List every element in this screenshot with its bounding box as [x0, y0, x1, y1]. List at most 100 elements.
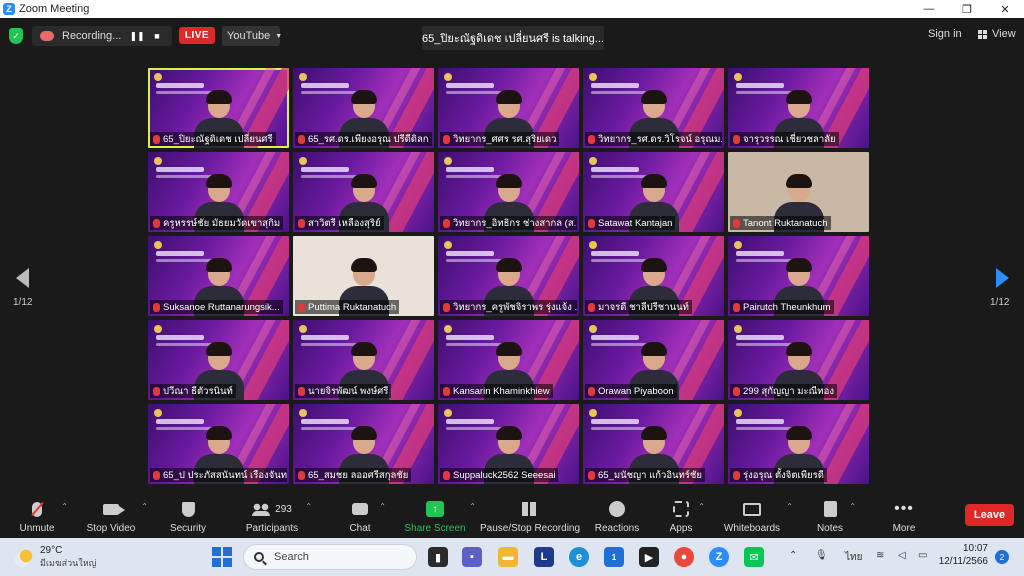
line-messenger-icon[interactable]: ✉: [744, 547, 764, 567]
participant-video-tile[interactable]: วิทยากร_ครูพัชจิราพร รุ่งแจ้ง ...: [438, 236, 579, 316]
participant-video-tile[interactable]: 65_ปิยะณัฐดิเดช เปลี่ยนศรี: [148, 68, 289, 148]
participant-video-tile[interactable]: วิทยากร_รศ.ดร.วิโรจน์ อรุณม...: [583, 68, 724, 148]
banner-title-graphic: [156, 335, 204, 340]
banner-title-graphic: [446, 335, 494, 340]
participant-name: Suppaluck2562 Seeesai: [453, 469, 556, 481]
leave-meeting-button[interactable]: Leave: [965, 504, 1014, 526]
wifi-icon[interactable]: ≋: [876, 550, 884, 561]
chat-bubble-icon: [352, 503, 368, 515]
file-explorer-icon[interactable]: ▬: [498, 547, 518, 567]
audio-options-chevron-icon[interactable]: ⌃: [61, 502, 68, 511]
pause-stop-recording-button[interactable]: Pause/Stop Recording: [480, 494, 580, 538]
battery-icon[interactable]: ▭: [918, 550, 927, 561]
taskbar-search-box[interactable]: Search: [243, 544, 417, 570]
participant-name-plate: 65_ป ประภัสสนันทน์ เรืองจันทร์: [150, 468, 287, 482]
more-button[interactable]: ••• More: [890, 494, 918, 538]
participant-video-tile[interactable]: รุ่งอรุณ ตั้งจิตเพียรดี: [728, 404, 869, 484]
notes-options-chevron-icon[interactable]: ⌃: [849, 502, 856, 511]
participants-button[interactable]: 293 Participants ⌃: [244, 494, 312, 538]
participant-video-tile[interactable]: วิทยากร_อิทธิกร ช่างสากล (ส...: [438, 152, 579, 232]
participant-name: 65_มนัชญา แก้วอินทร์ชัย: [598, 469, 702, 481]
participant-video-tile[interactable]: สาวิตรี เหลืองสุริย์: [293, 152, 434, 232]
muted-mic-icon: [588, 470, 595, 480]
participant-video-tile[interactable]: Tanont Ruktanatuch: [728, 152, 869, 232]
stream-target-dropdown[interactable]: YouTube ▼: [222, 26, 282, 46]
participant-video-tile[interactable]: ครูหรรษ์ชัย มัธยมวัดเขาสุกิม: [148, 152, 289, 232]
participant-name: สาวิตรี เหลืองสุริย์: [308, 217, 381, 229]
close-window-button[interactable]: ✕: [986, 0, 1024, 18]
chat-options-chevron-icon[interactable]: ⌃: [379, 502, 386, 511]
whiteboards-button[interactable]: Whiteboards ⌃: [723, 494, 793, 538]
restore-button[interactable]: ❐: [948, 0, 986, 18]
task-view-icon[interactable]: ▮: [428, 547, 448, 567]
weather-widget[interactable]: 29°C มีเมฆส่วนใหญ่: [14, 545, 96, 570]
participant-video-tile[interactable]: 65_รศ.ดร.เพียงอรุณ ปรีดีดิลก: [293, 68, 434, 148]
banner-title-graphic: [736, 335, 784, 340]
participant-video-tile[interactable]: 65_มนัชญา แก้วอินทร์ชัย: [583, 404, 724, 484]
participant-video-tile[interactable]: วิทยากร_ศศร รศ.สุริยเดว: [438, 68, 579, 148]
reactions-button[interactable]: Reactions: [595, 494, 639, 538]
live-badge[interactable]: LIVE: [179, 27, 215, 44]
line-l-app-icon[interactable]: L: [534, 547, 554, 567]
microphone-tray-icon[interactable]: 🎙: [815, 550, 828, 561]
media-player-icon[interactable]: ▶: [639, 547, 659, 567]
participant-video-tile[interactable]: 65_ป ประภัสสนันทน์ เรืองจันทร์: [148, 404, 289, 484]
notes-button[interactable]: Notes ⌃: [816, 494, 856, 538]
participant-video-tile[interactable]: จารุวรรณ เชี่ยวชลาลัย: [728, 68, 869, 148]
share-options-chevron-icon[interactable]: ⌃: [469, 502, 476, 511]
share-screen-button[interactable]: ↑ Share Screen ⌃: [404, 494, 476, 538]
event-logo-icon: [444, 73, 452, 81]
video-options-chevron-icon[interactable]: ⌃: [141, 502, 148, 511]
microsoft-store-icon[interactable]: 1: [604, 547, 624, 567]
participant-video-tile[interactable]: 65_สมชย ลออศรีสกุลชัย: [293, 404, 434, 484]
participants-options-chevron-icon[interactable]: ⌃: [305, 502, 312, 511]
apps-label: Apps: [669, 523, 693, 534]
edge-browser-icon[interactable]: e: [569, 547, 589, 567]
event-logo-icon: [734, 73, 742, 81]
whiteboard-options-chevron-icon[interactable]: ⌃: [786, 502, 793, 511]
participant-video-tile[interactable]: Suksanoe Ruttanarungsik...: [148, 236, 289, 316]
previous-page-arrow-icon[interactable]: [16, 268, 29, 288]
event-logo-icon: [734, 241, 742, 249]
participant-video-tile[interactable]: Suppaluck2562 Seeesai: [438, 404, 579, 484]
participant-video-tile[interactable]: Puttima Ruktanatuch: [293, 236, 434, 316]
participant-video-tile[interactable]: ปวีณา ธีตัวรนินท์: [148, 320, 289, 400]
input-language-indicator[interactable]: ไทย: [845, 550, 862, 565]
system-clock[interactable]: 10:07 12/11/2566: [938, 543, 988, 567]
event-logo-icon: [299, 325, 307, 333]
participant-video-tile[interactable]: Kansarin Khaminkhiew: [438, 320, 579, 400]
chrome-browser-icon[interactable]: ●: [674, 547, 694, 567]
participant-video-tile[interactable]: มาจรดี ชาลีปรีชานนท์: [583, 236, 724, 316]
encryption-shield-icon[interactable]: ✓: [9, 28, 23, 44]
participant-video-tile[interactable]: Satawat Kantajan: [583, 152, 724, 232]
apps-options-chevron-icon[interactable]: ⌃: [698, 502, 705, 511]
participant-video-tile[interactable]: Orawan Piyaboon: [583, 320, 724, 400]
participant-video-tile[interactable]: นายจิรพัฒน์ พงษ์ศรี: [293, 320, 434, 400]
notification-count-badge[interactable]: 2: [995, 550, 1009, 564]
teams-chat-icon[interactable]: ▪: [462, 547, 482, 567]
participant-video-tile[interactable]: Pairutch Theunkhum: [728, 236, 869, 316]
muted-mic-icon: [733, 470, 740, 480]
volume-icon[interactable]: ◁: [898, 550, 906, 561]
recording-indicator: Recording... ❚❚ ■: [32, 26, 172, 46]
security-button[interactable]: Security: [168, 494, 208, 538]
unmute-button[interactable]: Unmute ⌃: [18, 494, 68, 538]
participant-name-plate: วิทยากร_อิทธิกร ช่างสากล (ส...: [440, 216, 577, 230]
banner-title-graphic: [591, 251, 639, 256]
stop-recording-button[interactable]: ■: [148, 27, 166, 45]
chat-button[interactable]: Chat ⌃: [346, 494, 386, 538]
pause-recording-button[interactable]: ❚❚: [128, 27, 146, 45]
windows-start-icon[interactable]: [212, 547, 232, 567]
active-speaker-banner: 65_ปิยะณัฐดิเดช เปลี่ยนศรี is talking...: [422, 26, 604, 50]
show-hidden-icons-chevron-icon[interactable]: ⌃: [789, 550, 797, 561]
minimize-button[interactable]: —: [910, 0, 948, 18]
stop-video-button[interactable]: Stop Video ⌃: [86, 494, 148, 538]
participant-video-tile[interactable]: 299 สุกัญญา มะณีทอง: [728, 320, 869, 400]
next-page-arrow-icon[interactable]: [996, 268, 1009, 288]
zoom-app-icon[interactable]: Z: [709, 547, 729, 567]
search-placeholder: Search: [274, 551, 309, 563]
apps-button[interactable]: Apps ⌃: [669, 494, 705, 538]
banner-title-graphic: [591, 83, 639, 88]
view-button[interactable]: View: [978, 28, 1016, 40]
sign-in-link[interactable]: Sign in: [928, 28, 962, 40]
